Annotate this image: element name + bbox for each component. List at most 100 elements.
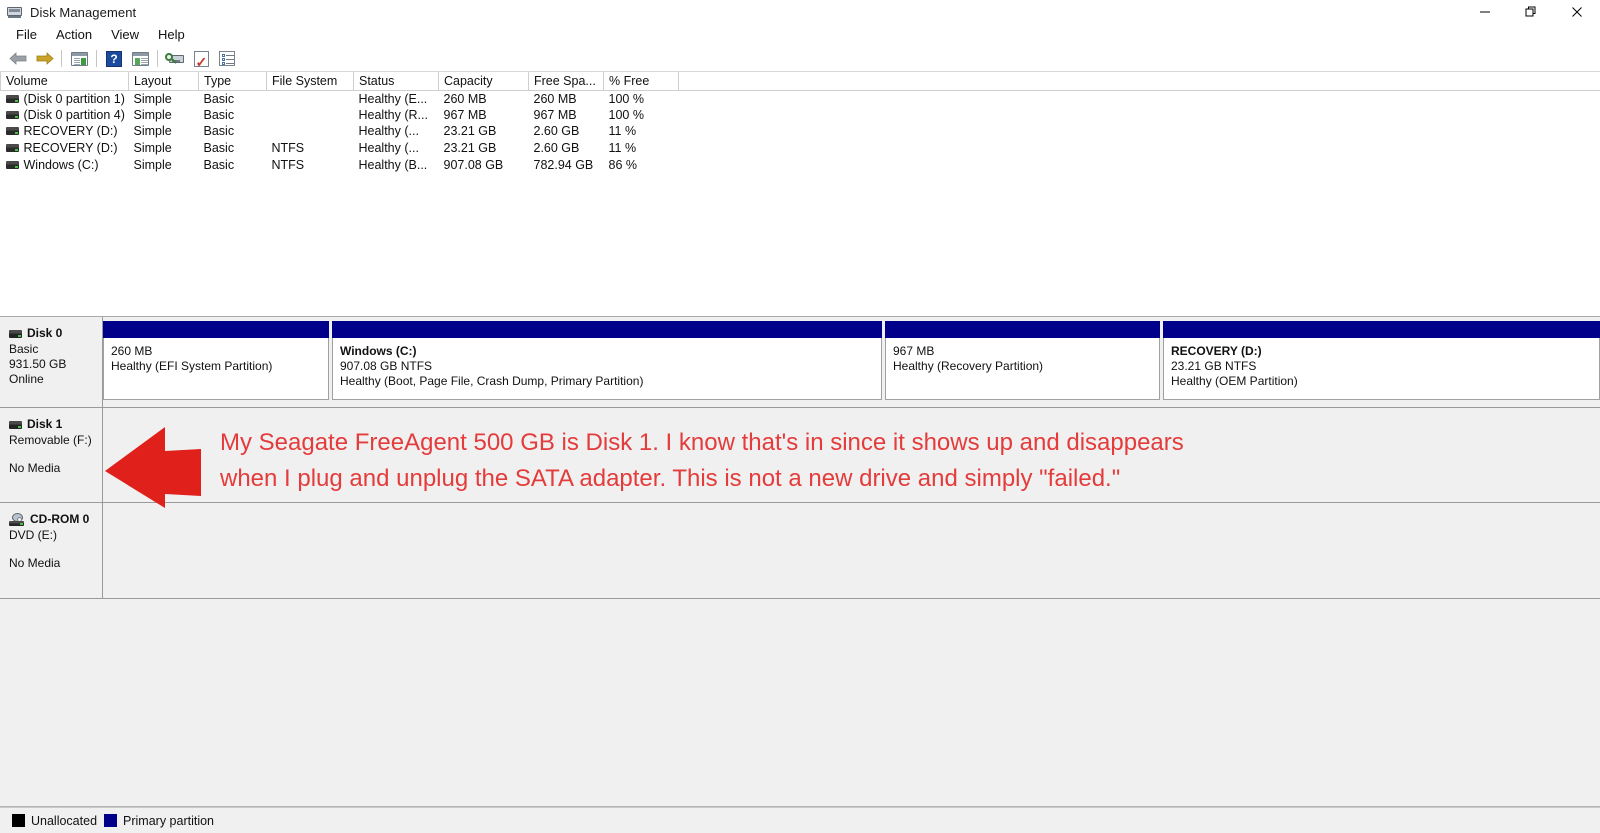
disk-row-disk-0[interactable]: Disk 0 Basic 931.50 GB Online 260 MB Hea… [0, 317, 1600, 408]
cell-filler [679, 90, 1600, 107]
back-icon [8, 51, 28, 66]
volume-table: Volume Layout Type File System Status Ca… [0, 72, 1600, 173]
disk-icon [9, 329, 22, 338]
cell-percent-free: 86 % [608, 157, 638, 172]
cell-type: Basic [203, 91, 235, 106]
cell-percent-free: 100 % [608, 107, 644, 122]
disk-partitions-cdrom-0 [103, 503, 1600, 598]
disk-type: DVD (E:) [9, 528, 57, 542]
cell-volume: Windows (C:) [1, 156, 129, 173]
menu-item-view[interactable]: View [102, 26, 148, 44]
cell-status: Healthy (... [358, 141, 419, 156]
maximize-icon[interactable] [1508, 0, 1554, 24]
partition-health: Healthy (Boot, Page File, Crash Dump, Pr… [340, 374, 644, 388]
table-row[interactable]: RECOVERY (D:) Simple Basic Healthy (... … [1, 123, 1600, 140]
cell-capacity: 907.08 GB [443, 157, 504, 172]
partition-health: Healthy (Recovery Partition) [893, 359, 1044, 373]
column-header-capacity[interactable]: Capacity [438, 72, 529, 91]
column-header-status[interactable]: Status [353, 72, 439, 91]
cell-layout: Simple [133, 124, 172, 139]
toolbar-separator-1 [61, 50, 62, 67]
column-header-type[interactable]: Type [198, 72, 267, 91]
partition-color-bar [1163, 321, 1600, 338]
cell-capacity: 23.21 GB [443, 141, 497, 156]
show-action-pane-button[interactable] [127, 48, 153, 70]
disk-partitions-disk-1 [103, 408, 1600, 502]
cell-file-system [267, 107, 354, 124]
legend-swatch-unallocated [12, 814, 25, 827]
legend-item-primary-partition: Primary partition [104, 814, 214, 828]
cell-volume: (Disk 0 partition 1) [1, 90, 129, 107]
disk-icon [9, 420, 22, 429]
forward-icon [35, 51, 54, 66]
column-header-layout[interactable]: Layout [128, 72, 199, 91]
partition-windows-c[interactable]: Windows (C:) 907.08 GB NTFS Healthy (Boo… [332, 321, 882, 400]
disk-management-icon [6, 4, 24, 20]
up-one-level-button[interactable] [66, 48, 92, 70]
table-row[interactable]: (Disk 0 partition 1) Simple Basic Health… [1, 90, 1600, 107]
partition-recovery-967mb[interactable]: 967 MB Healthy (Recovery Partition) [885, 321, 1160, 400]
column-header-free-space[interactable]: Free Spa... [528, 72, 604, 91]
cell-file-system [267, 90, 354, 107]
table-row[interactable]: (Disk 0 partition 4) Simple Basic Health… [1, 107, 1600, 124]
partition-size: 23.21 GB NTFS [1171, 359, 1257, 373]
disk-type: Removable (F:) [9, 433, 92, 447]
disk-row-disk-1[interactable]: Disk 1 Removable (F:) No Media [0, 408, 1600, 503]
rescan-disks-button[interactable] [162, 48, 188, 70]
menu-item-action[interactable]: Action [47, 26, 101, 44]
disk-row-cdrom-0[interactable]: CD-ROM 0 DVD (E:) No Media [0, 503, 1600, 599]
cell-free-space: 782.94 GB [533, 157, 594, 172]
volume-table-header: Volume Layout Type File System Status Ca… [0, 72, 1600, 91]
rescan-disks-icon [165, 52, 185, 66]
volume-drive-icon [5, 160, 19, 169]
minimize-icon[interactable] [1462, 0, 1508, 24]
help-button[interactable]: ? [101, 48, 127, 70]
partition-health: Healthy (EFI System Partition) [111, 359, 273, 373]
cell-percent-free: 11 % [608, 141, 637, 156]
toolbar-separator-2 [96, 50, 97, 67]
table-row[interactable]: RECOVERY (D:) Simple Basic NTFS Healthy … [1, 140, 1600, 157]
cdrom-icon [9, 512, 25, 527]
cell-filler [679, 107, 1600, 124]
list-view-icon [219, 51, 235, 66]
close-icon[interactable] [1554, 0, 1600, 24]
partition-efi[interactable]: 260 MB Healthy (EFI System Partition) [103, 321, 329, 400]
column-header-volume[interactable]: Volume [0, 72, 129, 91]
partition-size: 907.08 GB NTFS [340, 359, 433, 373]
check-document-icon: ✓ [193, 50, 209, 69]
back-button[interactable] [5, 48, 31, 70]
cell-type: Basic [203, 107, 235, 122]
menu-item-help[interactable]: Help [149, 26, 194, 44]
cell-free-space: 2.60 GB [533, 124, 580, 139]
legend-swatch-primary-partition [104, 814, 118, 827]
column-header-file-system[interactable]: File System [266, 72, 354, 91]
partition-recovery-d[interactable]: RECOVERY (D:) 23.21 GB NTFS Healthy (OEM… [1163, 321, 1600, 400]
volume-table-body: (Disk 0 partition 1) Simple Basic Health… [1, 90, 1600, 173]
disk-header-cdrom-0[interactable]: CD-ROM 0 DVD (E:) No Media [0, 503, 103, 598]
forward-button[interactable] [31, 48, 57, 70]
cell-type: Basic [203, 157, 235, 172]
column-header-percent-free[interactable]: % Free [603, 72, 679, 91]
legend-label-unallocated: Unallocated [31, 813, 98, 828]
disk-header-disk-0[interactable]: Disk 0 Basic 931.50 GB Online [0, 317, 103, 407]
help-icon: ? [106, 50, 122, 67]
cell-volume: RECOVERY (D:) [1, 123, 129, 140]
cell-capacity: 967 MB [443, 107, 487, 122]
volume-label: RECOVERY (D:) [23, 124, 118, 139]
volume-drive-icon [5, 110, 19, 119]
cell-layout: Simple [133, 107, 172, 122]
table-row[interactable]: Windows (C:) Simple Basic NTFS Healthy (… [1, 156, 1600, 173]
cell-status: Healthy (R... [358, 107, 428, 122]
disk-status: No Media [9, 556, 61, 570]
disk-header-disk-1[interactable]: Disk 1 Removable (F:) No Media [0, 408, 103, 502]
cell-volume: (Disk 0 partition 4) [1, 107, 129, 124]
volume-drive-icon [5, 94, 19, 103]
menu-item-file[interactable]: File [7, 26, 46, 44]
show-action-pane-icon [131, 51, 149, 66]
disk-status: Online [9, 372, 44, 386]
cell-layout: Simple [133, 141, 172, 156]
partition-legend: Unallocated Primary partition [0, 807, 1600, 833]
show-list-button[interactable] [214, 48, 240, 70]
properties-button[interactable]: ✓ [188, 48, 214, 70]
cell-layout: Simple [133, 157, 172, 172]
